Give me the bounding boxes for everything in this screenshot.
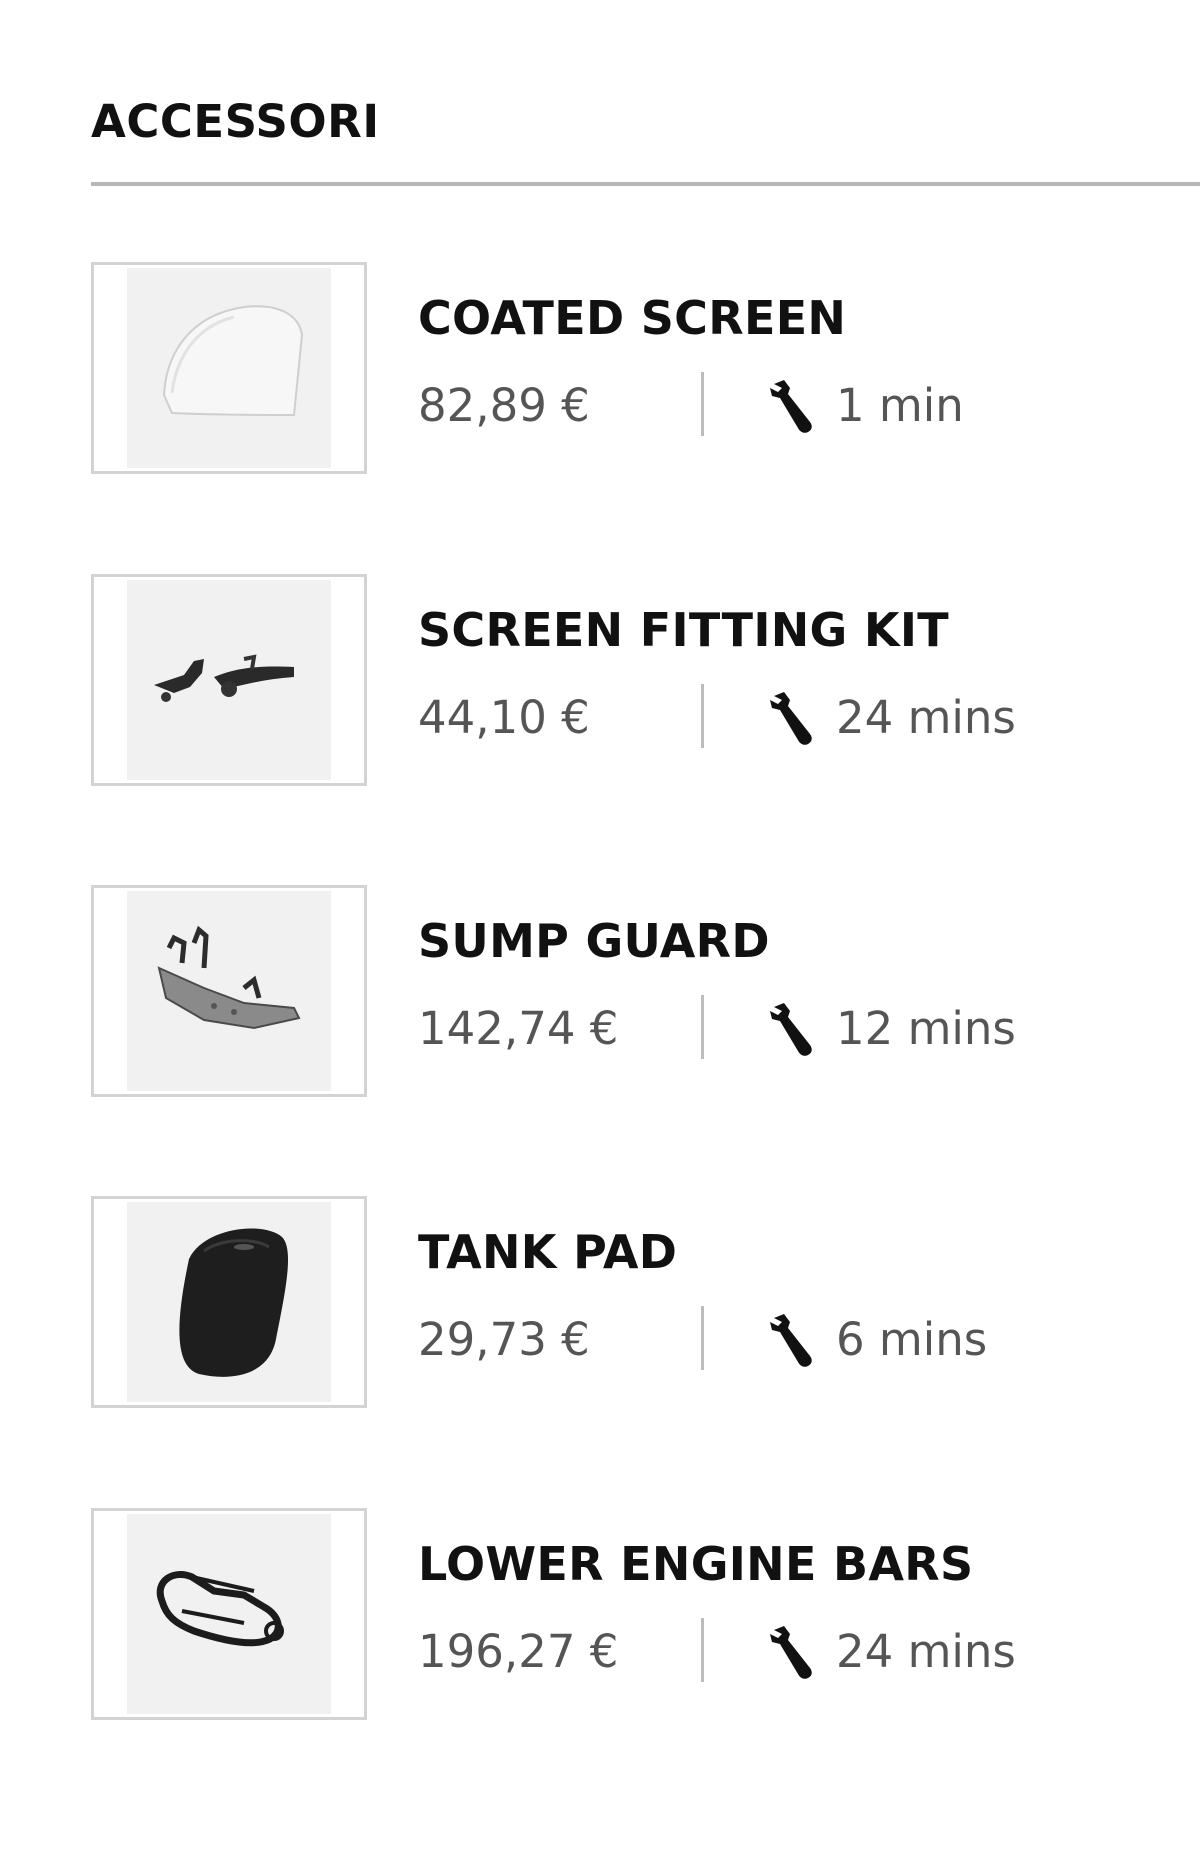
product-thumbnail[interactable] xyxy=(91,885,367,1097)
item-meta: 82,89 € 1 min xyxy=(418,372,1158,440)
product-thumbnail[interactable] xyxy=(91,262,367,474)
accessory-item[interactable]: SCREEN FITTING KIT 44,10 € 24 mins xyxy=(91,574,1200,786)
wrench-icon xyxy=(770,692,812,745)
engine-bars-image xyxy=(156,1571,284,1647)
product-thumbnail[interactable] xyxy=(91,1508,367,1720)
accessory-item[interactable]: COATED SCREEN 82,89 € 1 min xyxy=(91,262,1200,474)
wrench-icon xyxy=(770,380,812,433)
install-duration: 24 mins xyxy=(836,1625,1016,1678)
item-meta: 29,73 € 6 mins xyxy=(418,1306,1158,1374)
section-header: ACCESSORI xyxy=(91,92,1200,186)
meta-separator xyxy=(701,372,704,436)
install-duration: 6 mins xyxy=(836,1313,988,1366)
item-name[interactable]: COATED SCREEN xyxy=(418,288,846,348)
install-duration: 1 min xyxy=(836,379,964,432)
item-price: 196,27 € xyxy=(418,1625,619,1678)
wrench-icon xyxy=(770,1314,812,1367)
item-price: 142,74 € xyxy=(418,1002,619,1055)
product-thumbnail[interactable] xyxy=(91,574,367,786)
item-name[interactable]: SUMP GUARD xyxy=(418,911,770,971)
meta-separator xyxy=(701,995,704,1059)
tank-pad-image xyxy=(179,1228,289,1377)
section-title: ACCESSORI xyxy=(91,95,380,148)
install-duration: 12 mins xyxy=(836,1002,1016,1055)
meta-separator xyxy=(701,1618,704,1682)
meta-separator xyxy=(701,1306,704,1370)
item-price: 29,73 € xyxy=(418,1313,590,1366)
accessory-item[interactable]: LOWER ENGINE BARS 196,27 € 24 mins xyxy=(91,1508,1200,1720)
meta-separator xyxy=(701,684,704,748)
item-name[interactable]: SCREEN FITTING KIT xyxy=(418,600,949,660)
item-meta: 196,27 € 24 mins xyxy=(418,1618,1158,1686)
item-price: 44,10 € xyxy=(418,691,590,744)
sump-guard-image xyxy=(157,925,301,1030)
accessory-item[interactable]: TANK PAD 29,73 € 6 mins xyxy=(91,1196,1200,1408)
wrench-icon xyxy=(770,1003,812,1056)
product-thumbnail[interactable] xyxy=(91,1196,367,1408)
install-duration: 24 mins xyxy=(836,691,1016,744)
fitting-kit-image xyxy=(154,654,294,702)
item-name[interactable]: LOWER ENGINE BARS xyxy=(418,1534,973,1594)
wrench-icon xyxy=(770,1626,812,1679)
item-meta: 142,74 € 12 mins xyxy=(418,995,1158,1063)
accessory-item[interactable]: SUMP GUARD 142,74 € 12 mins xyxy=(91,885,1200,1097)
coated-screen-image xyxy=(162,305,304,417)
item-name[interactable]: TANK PAD xyxy=(418,1222,677,1282)
item-meta: 44,10 € 24 mins xyxy=(418,684,1158,752)
section-divider xyxy=(91,182,1200,186)
item-price: 82,89 € xyxy=(418,379,590,432)
